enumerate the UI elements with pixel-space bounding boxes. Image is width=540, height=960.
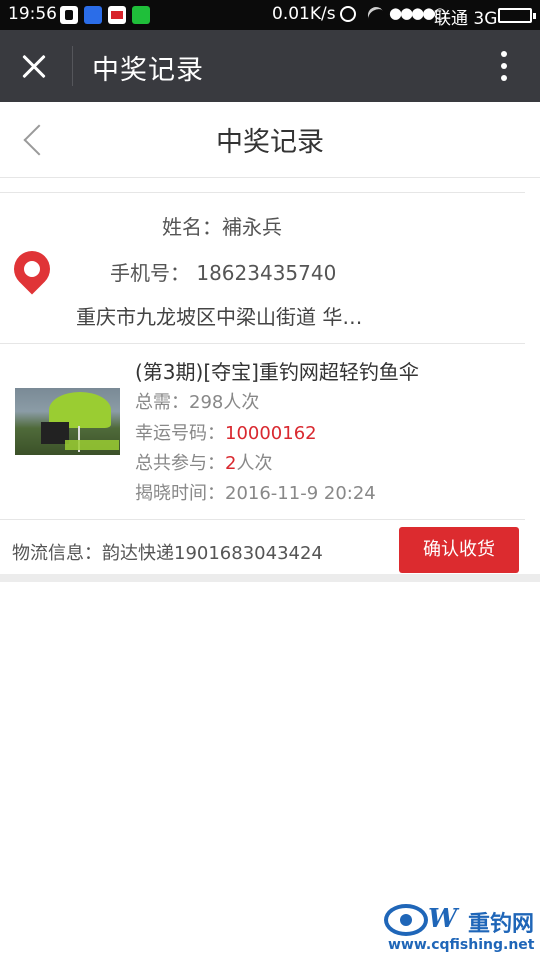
alarm-icon <box>340 6 356 22</box>
recipient-name: 姓名：補永兵 <box>162 215 282 239</box>
participation-row: 总共参与：2人次 <box>135 449 272 475</box>
news-app-icon <box>108 6 126 24</box>
page-title: 中奖记录 <box>216 127 324 158</box>
lucky-number-label: 幸运号码： <box>135 423 225 444</box>
site-watermark: W 重钓网 www.cqfishing.net <box>384 900 536 956</box>
confirm-receipt-button[interactable]: 确认收货 <box>399 527 519 573</box>
recipient-address: 重庆市九龙坡区中梁山街道 华… <box>76 305 363 329</box>
logistics-info: 物流信息：韵达快递1901683043424 <box>12 543 323 564</box>
carrier-label: 联通 3G <box>434 9 498 29</box>
status-bar: 19:56 0.01K/s ●●●●○ 联通 3G <box>0 0 540 30</box>
navbar-title: 中奖记录 <box>92 55 204 86</box>
location-pin-icon <box>6 243 58 295</box>
close-icon[interactable] <box>18 50 54 82</box>
participation-unit: 人次 <box>236 453 273 474</box>
network-speed: 0.01K/s <box>272 4 336 24</box>
battery-icon <box>498 8 536 23</box>
prize-item[interactable]: (第3期)[夺宝]重钓网超轻钓鱼伞 总需：298人次 幸运号码：10000162… <box>0 344 525 520</box>
logistics-bar: 物流信息：韵达快递1901683043424 确认收货 <box>0 520 540 574</box>
navbar-divider <box>72 46 73 86</box>
participation-label: 总共参与： <box>135 453 225 474</box>
shield-app-icon <box>84 6 102 24</box>
product-thumbnail[interactable] <box>15 388 120 455</box>
section-divider <box>0 574 540 582</box>
more-options-icon[interactable] <box>496 50 512 84</box>
recipient-phone: 手机号： 18623435740 <box>110 261 337 285</box>
total-needed: 总需：298人次 <box>135 392 260 413</box>
reveal-time: 揭晓时间：2016-11-9 20:24 <box>135 483 376 504</box>
page-header: 中奖记录 <box>0 102 540 178</box>
wechat-navbar: 中奖记录 <box>0 30 540 102</box>
lucky-number-value: 10000162 <box>225 423 317 444</box>
lucky-number-row: 幸运号码：10000162 <box>135 419 317 445</box>
wifi-icon <box>365 4 387 26</box>
product-title[interactable]: (第3期)[夺宝]重钓网超轻钓鱼伞 <box>135 356 419 385</box>
shipping-address: 姓名：補永兵 手机号： 18623435740 重庆市九龙坡区中梁山街道 华… <box>0 192 525 344</box>
status-time: 19:56 <box>8 4 57 24</box>
lock-app-icon <box>60 6 78 24</box>
watermark-eye-logo-icon <box>384 904 428 936</box>
participation-count: 2 <box>225 453 237 474</box>
video-app-icon <box>132 6 150 24</box>
watermark-name: 重钓网 <box>468 912 535 937</box>
watermark-letter: W <box>428 904 458 934</box>
image-caption-band <box>65 440 119 450</box>
watermark-url: www.cqfishing.net <box>388 937 535 953</box>
